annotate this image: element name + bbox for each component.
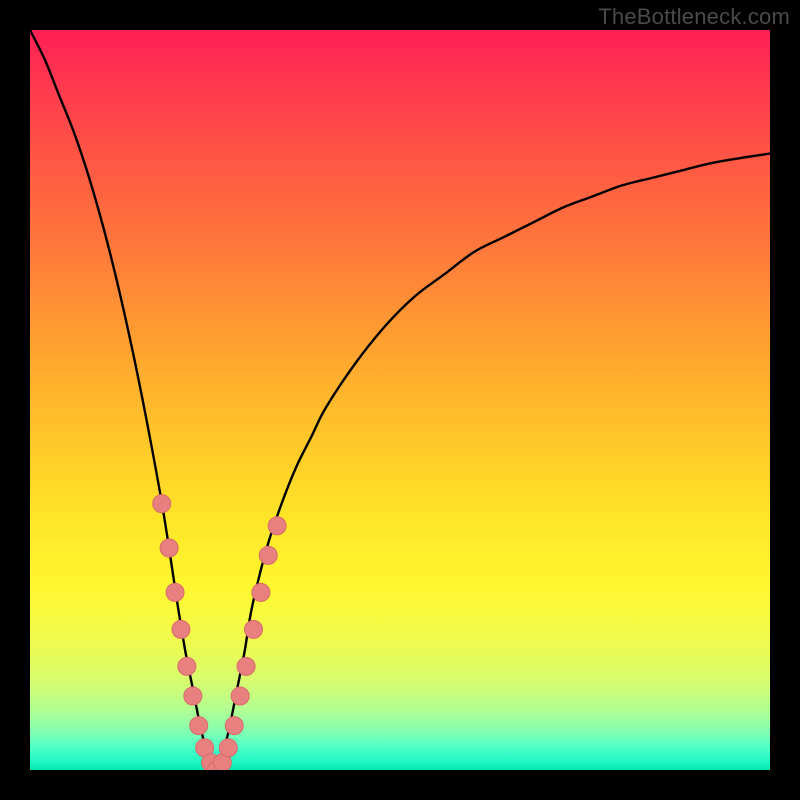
sample-point — [268, 517, 286, 535]
plot-area — [30, 30, 770, 770]
sample-point — [219, 739, 237, 757]
sample-point — [172, 620, 190, 638]
sample-points — [153, 495, 286, 770]
sample-point — [184, 687, 202, 705]
curve-layer — [30, 30, 770, 770]
sample-point — [178, 657, 196, 675]
bottleneck-curve — [30, 30, 770, 770]
sample-point — [153, 495, 171, 513]
sample-point — [244, 620, 262, 638]
sample-point — [231, 687, 249, 705]
sample-point — [259, 546, 277, 564]
chart-frame: TheBottleneck.com — [0, 0, 800, 800]
sample-point — [252, 583, 270, 601]
sample-point — [190, 717, 208, 735]
watermark-text: TheBottleneck.com — [598, 4, 790, 30]
sample-point — [225, 717, 243, 735]
sample-point — [166, 583, 184, 601]
sample-point — [237, 657, 255, 675]
sample-point — [160, 539, 178, 557]
